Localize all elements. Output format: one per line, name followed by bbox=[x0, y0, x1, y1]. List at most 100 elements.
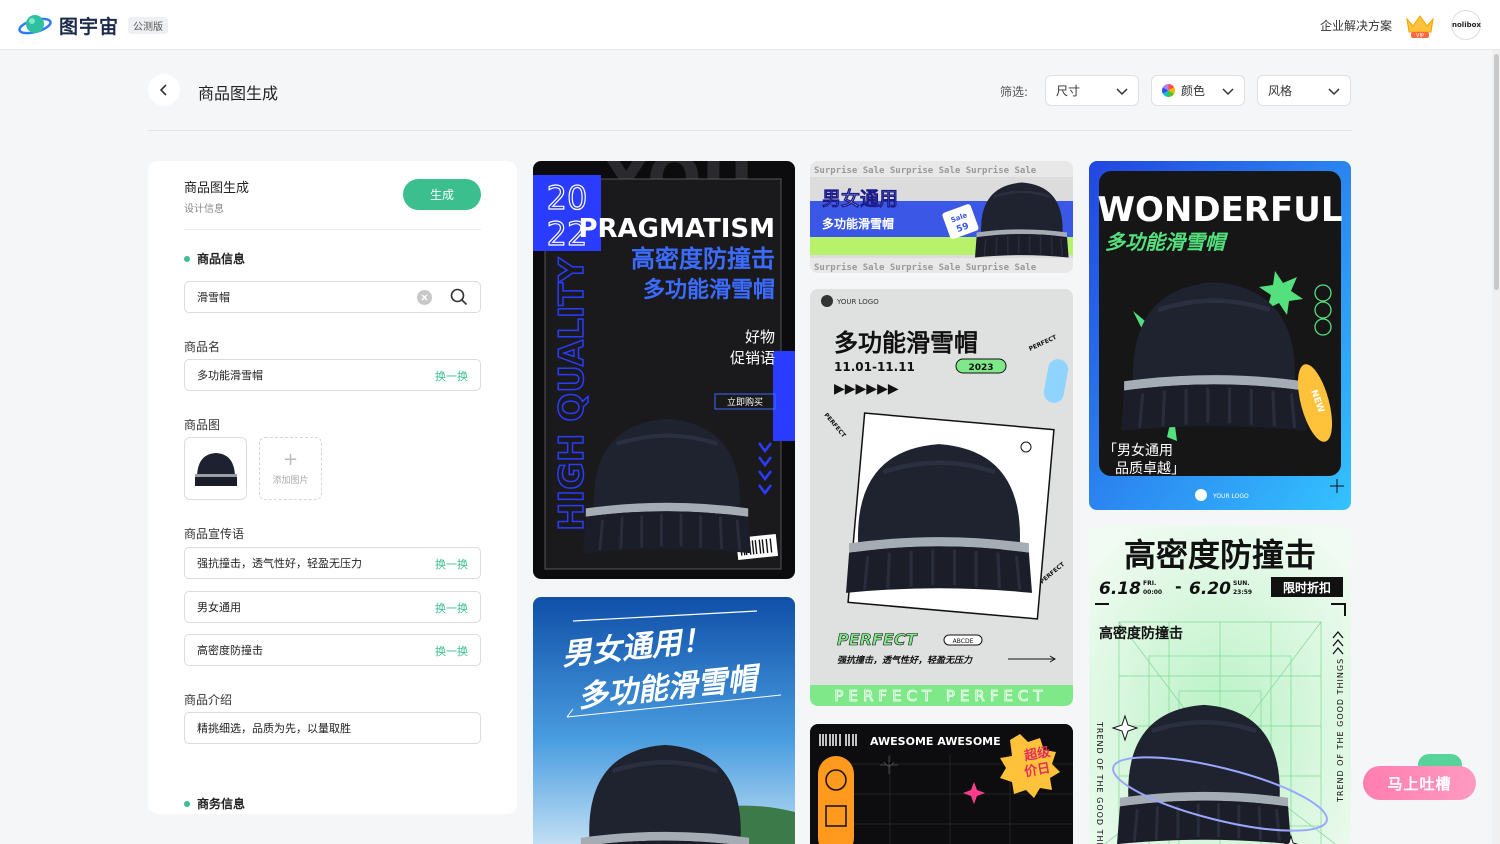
poster-surprise-sale-art: Surprise Sale Surprise Sale Surprise Sal… bbox=[810, 161, 1073, 273]
business-info-heading: 商务信息 bbox=[197, 797, 246, 811]
swap-slogan-2-button[interactable]: 换一换 bbox=[435, 600, 468, 616]
promo-line2: 促销语 bbox=[730, 349, 775, 367]
high-density-title: 高密度防撞击 bbox=[1124, 536, 1316, 574]
slogan-value-1: 强抗撞击，透气性好，轻盈无压力 bbox=[197, 557, 362, 570]
wonderful-quote2: 品质卓越」 bbox=[1115, 461, 1185, 477]
poster-card-high-density[interactable]: 高密度防撞击 6.18 FRI. 00:00 - 6.20 SUN. 23:59… bbox=[1089, 526, 1351, 844]
product-image-thumbnail[interactable] bbox=[184, 437, 247, 500]
product-search-value: 滑雪帽 bbox=[197, 291, 230, 304]
page-scrollbar-thumb[interactable] bbox=[1494, 54, 1499, 290]
product-image-label: 商品图 bbox=[184, 418, 221, 432]
perfect-brand: PERFECT bbox=[837, 630, 918, 649]
color-filter-dropdown[interactable]: 颜色 bbox=[1151, 75, 1245, 106]
poster-card-pragmatism[interactable]: YOU 20 22 PRAGMATISM 高密度防撞击 多功能滑雪帽 好物 促销… bbox=[533, 161, 795, 579]
year-top: 20 bbox=[547, 179, 588, 217]
perfect-abcde: ABCDE bbox=[953, 638, 974, 645]
back-button[interactable] bbox=[148, 74, 180, 106]
perfect-title: 多功能滑雪帽 bbox=[834, 329, 978, 357]
style-filter-label: 风格 bbox=[1268, 84, 1293, 98]
poster-high-density-art: 高密度防撞击 6.18 FRI. 00:00 - 6.20 SUN. 23:59… bbox=[1089, 526, 1351, 844]
intro-input[interactable]: 精挑细选，品质为先，以量取胜 bbox=[184, 712, 481, 744]
design-info-panel: 商品图生成 设计信息 生成 商品信息 滑雪帽 商品名 多功能滑雪帽 换一换 商品… bbox=[148, 161, 517, 814]
product-info-heading: 商品信息 bbox=[197, 252, 246, 266]
slogan-input-3[interactable]: 高密度防撞击 换一换 bbox=[184, 634, 481, 666]
search-icon[interactable] bbox=[450, 288, 468, 306]
product-search-input[interactable]: 滑雪帽 bbox=[184, 281, 481, 313]
wonderful-quote1: 「男女通用 bbox=[1103, 442, 1173, 459]
product-name-input[interactable]: 多功能滑雪帽 换一换 bbox=[184, 359, 481, 391]
wonderful-logo: YOUR LOGO bbox=[1212, 493, 1249, 500]
poster-card-surprise-sale[interactable]: Surprise Sale Surprise Sale Surprise Sal… bbox=[810, 161, 1073, 273]
chevron-down-icon bbox=[1116, 88, 1128, 96]
size-filter-label: 尺寸 bbox=[1056, 84, 1081, 98]
poster-awesome-art: AWESOME AWESOME 超级 价日 bbox=[810, 724, 1073, 844]
feedback-button[interactable]: 马上吐槽 bbox=[1363, 766, 1476, 800]
time-start: 00:00 bbox=[1143, 589, 1162, 596]
perfect-date: 11.01-11.11 bbox=[834, 360, 915, 374]
product-name-value: 多功能滑雪帽 bbox=[197, 369, 263, 382]
generate-button[interactable]: 生成 bbox=[403, 179, 481, 210]
poster-card-perfect[interactable]: YOUR LOGO 多功能滑雪帽 11.01-11.11 2023 ▶▶▶▶▶▶… bbox=[810, 289, 1073, 706]
sale-title: 男女通用 bbox=[822, 187, 898, 210]
plus-icon: + bbox=[282, 449, 299, 470]
clear-icon[interactable] bbox=[417, 290, 432, 305]
swap-slogan-1-button[interactable]: 换一换 bbox=[435, 556, 468, 572]
date-start: 6.18 bbox=[1099, 579, 1141, 599]
style-filter-dropdown[interactable]: 风格 bbox=[1257, 75, 1351, 106]
poster-card-unisex[interactable]: 男女通用！ 多功能滑雪帽 bbox=[533, 597, 795, 844]
slogan-input-1[interactable]: 强抗撞击，透气性好，轻盈无压力 换一换 bbox=[184, 547, 481, 579]
enterprise-link[interactable]: 企业解决方案 bbox=[1320, 17, 1392, 34]
day-start: FRI. bbox=[1143, 580, 1156, 587]
header-divider bbox=[148, 130, 1352, 131]
headline-line1: 高密度防撞击 bbox=[631, 245, 775, 273]
poster-perfect-art: YOUR LOGO 多功能滑雪帽 11.01-11.11 2023 ▶▶▶▶▶▶… bbox=[810, 289, 1073, 706]
perfect-footer: PERFECT PERFECT bbox=[834, 687, 1047, 705]
side-text: HIGH QUALITY bbox=[552, 257, 592, 531]
panel-title: 商品图生成 bbox=[184, 181, 250, 196]
section-dot-icon bbox=[184, 255, 190, 262]
add-image-button[interactable]: + 添加图片 bbox=[259, 437, 322, 500]
color-filter-label: 颜色 bbox=[1181, 84, 1206, 98]
perfect-slogan: 强抗撞击，透气性好，轻盈无压力 bbox=[837, 655, 973, 666]
arrow-strip: ▶▶▶▶▶▶ bbox=[834, 381, 899, 397]
page-title: 商品图生成 bbox=[198, 84, 279, 103]
filter-label: 筛选: bbox=[1000, 85, 1029, 99]
beanie-thumbnail-icon bbox=[194, 452, 237, 486]
product-info-section: 商品信息 bbox=[184, 250, 245, 267]
buy-now-label: 立即购买 bbox=[727, 396, 763, 408]
intro-label: 商品介绍 bbox=[184, 693, 233, 707]
feedback-label: 马上吐槽 bbox=[1387, 775, 1452, 793]
poster-card-wonderful[interactable]: WONDERFUL 多功能滑雪帽 NEW 「男女通用 品质卓越」 YOUR LO… bbox=[1089, 161, 1351, 510]
top-bar: 图宇宙 公测版 企业解决方案 VIP nolibox bbox=[0, 0, 1500, 50]
chevron-down-icon bbox=[1222, 88, 1234, 96]
product-name-label: 商品名 bbox=[184, 340, 221, 354]
awesome-text: AWESOME AWESOME bbox=[870, 735, 1001, 748]
slogan-value-3: 高密度防撞击 bbox=[197, 644, 263, 657]
swap-name-button[interactable]: 换一换 bbox=[435, 368, 468, 384]
add-image-label: 添加图片 bbox=[272, 476, 309, 486]
poster-unisex-art: 男女通用！ 多功能滑雪帽 bbox=[533, 597, 795, 844]
size-filter-dropdown[interactable]: 尺寸 bbox=[1045, 75, 1139, 106]
planet-logo-icon[interactable] bbox=[18, 12, 52, 38]
slogan-input-2[interactable]: 男女通用 换一换 bbox=[184, 591, 481, 623]
poster-card-awesome[interactable]: AWESOME AWESOME 超级 价日 bbox=[810, 724, 1073, 844]
poster-wonderful-art: WONDERFUL 多功能滑雪帽 NEW 「男女通用 品质卓越」 YOUR LO… bbox=[1089, 161, 1351, 510]
headline: PRAGMATISM bbox=[578, 214, 775, 244]
side-text-right: TREND OF THE GOOD THINGS bbox=[1336, 658, 1345, 803]
panel-divider bbox=[184, 229, 481, 230]
beta-badge: 公测版 bbox=[128, 17, 168, 34]
slogan-label: 商品宣传语 bbox=[184, 527, 245, 541]
business-info-section: 商务信息 bbox=[184, 795, 245, 812]
color-wheel-icon bbox=[1162, 84, 1175, 97]
chevron-down-icon bbox=[1328, 88, 1340, 96]
sale-sub: 多功能滑雪帽 bbox=[822, 216, 894, 231]
sale-band-top: Surprise Sale Surprise Sale Surprise Sal… bbox=[814, 165, 1037, 176]
intro-value: 精挑细选，品质为先，以量取胜 bbox=[197, 722, 351, 735]
app-name[interactable]: 图宇宙 bbox=[59, 12, 119, 39]
wonderful-sub: 多功能滑雪帽 bbox=[1105, 230, 1229, 254]
poster-pragmatism-art: YOU 20 22 PRAGMATISM 高密度防撞击 多功能滑雪帽 好物 促销… bbox=[533, 161, 795, 579]
vip-crown-icon[interactable]: VIP bbox=[1404, 13, 1436, 39]
swap-slogan-3-button[interactable]: 换一换 bbox=[435, 643, 468, 659]
user-avatar[interactable]: nolibox bbox=[1451, 10, 1481, 40]
panel-subtitle: 设计信息 bbox=[184, 204, 224, 215]
